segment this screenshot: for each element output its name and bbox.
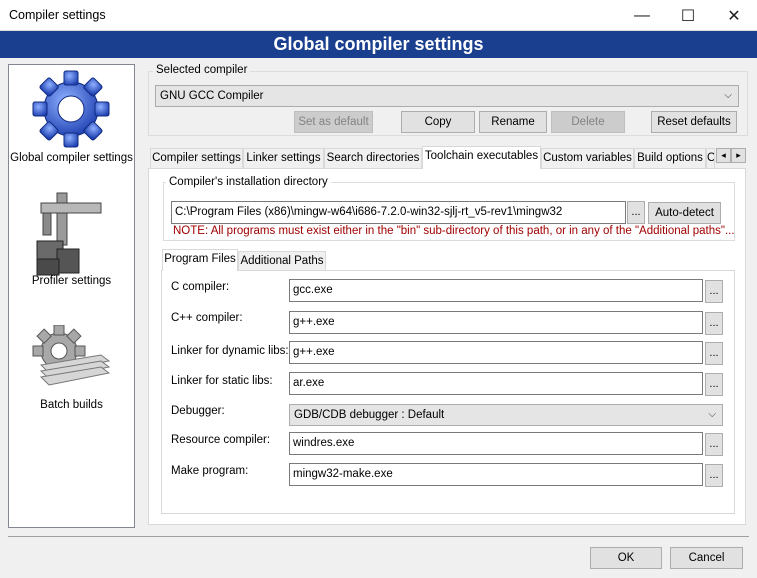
make-program-browse-button[interactable]: ... xyxy=(705,464,723,487)
resource-compiler-browse-button[interactable]: ... xyxy=(705,433,723,456)
linker-dynamic-browse-button[interactable]: ... xyxy=(705,342,723,365)
title-bar: Compiler settings — ☐ ✕ xyxy=(0,0,757,31)
linker-static-label: Linker for static libs: xyxy=(171,375,273,387)
c-compiler-browse-button[interactable]: ... xyxy=(705,280,723,303)
subtab-program-files[interactable]: Program Files xyxy=(162,249,238,271)
maximize-button[interactable]: ☐ xyxy=(665,0,711,31)
sidebar-item-label: Batch builds xyxy=(40,399,103,411)
subtab-additional-paths[interactable]: Additional Paths xyxy=(238,251,326,272)
debugger-select[interactable]: GDB/CDB debugger : Default ⌵ xyxy=(289,404,723,426)
tab-toolchain-executables[interactable]: Toolchain executables xyxy=(422,146,541,169)
delete-button[interactable]: Delete xyxy=(551,111,625,133)
page-title: Global compiler settings xyxy=(0,31,757,58)
sidebar-item-batch-builds[interactable]: Batch builds xyxy=(9,317,134,417)
resource-compiler-field[interactable]: windres.exe xyxy=(289,432,703,455)
sidebar-item-label: Profiler settings xyxy=(31,275,112,287)
tab-build-options[interactable]: Build options xyxy=(634,148,706,169)
sidebar: Global compiler settings Profiler settin… xyxy=(8,64,135,528)
caliper-icon xyxy=(36,192,102,276)
selected-compiler-title: Selected compiler xyxy=(153,64,251,76)
linker-dynamic-label: Linker for dynamic libs: xyxy=(171,345,289,357)
tab-search-directories[interactable]: Search directories xyxy=(324,148,422,169)
cpp-compiler-label: C++ compiler: xyxy=(171,312,243,324)
sidebar-item-global-compiler-settings[interactable]: Global compiler settings xyxy=(9,65,134,171)
chevron-down-icon: ⌵ xyxy=(708,409,716,420)
reset-defaults-button[interactable]: Reset defaults xyxy=(651,111,737,133)
minimize-button[interactable]: — xyxy=(619,0,665,31)
tab-custom-variables[interactable]: Custom variables xyxy=(541,148,634,169)
make-program-label: Make program: xyxy=(171,465,249,477)
cancel-button[interactable]: Cancel xyxy=(670,547,743,569)
auto-detect-button[interactable]: Auto-detect xyxy=(648,202,721,224)
cpp-compiler-browse-button[interactable]: ... xyxy=(705,312,723,335)
window-title: Compiler settings xyxy=(9,8,106,22)
close-button[interactable]: ✕ xyxy=(711,0,757,31)
set-default-button[interactable]: Set as default xyxy=(294,111,373,133)
tab-scroll-left-button[interactable]: ◂ xyxy=(716,148,731,163)
sidebar-item-profiler-settings[interactable]: Profiler settings xyxy=(9,185,134,295)
install-dir-field[interactable]: C:\Program Files (x86)\mingw-w64\i686-7.… xyxy=(171,201,626,224)
compiler-select[interactable]: GNU GCC Compiler ⌵ xyxy=(155,85,739,107)
linker-dynamic-field[interactable]: g++.exe xyxy=(289,341,703,364)
install-dir-title: Compiler's installation directory xyxy=(166,176,331,188)
make-program-field[interactable]: mingw32-make.exe xyxy=(289,463,703,486)
linker-static-browse-button[interactable]: ... xyxy=(705,373,723,396)
debugger-label: Debugger: xyxy=(171,405,225,417)
tab-scroll-right-button[interactable]: ▸ xyxy=(731,148,746,163)
tab-compiler-settings[interactable]: Compiler settings xyxy=(150,148,243,169)
resource-compiler-label: Resource compiler: xyxy=(171,434,271,446)
sidebar-item-label: Global compiler settings xyxy=(10,152,133,164)
tab-other-settings[interactable]: O xyxy=(706,148,715,169)
rename-button[interactable]: Rename xyxy=(479,111,547,133)
batch-gear-icon xyxy=(32,325,111,386)
linker-static-field[interactable]: ar.exe xyxy=(289,372,703,395)
cpp-compiler-field[interactable]: g++.exe xyxy=(289,311,703,334)
c-compiler-field[interactable]: gcc.exe xyxy=(289,279,703,302)
gear-icon xyxy=(32,70,110,148)
install-dir-note: NOTE: All programs must exist either in … xyxy=(173,225,735,237)
footer-divider xyxy=(8,536,749,537)
copy-button[interactable]: Copy xyxy=(401,111,475,133)
c-compiler-label: C compiler: xyxy=(171,281,230,293)
chevron-down-icon: ⌵ xyxy=(724,90,732,101)
ok-button[interactable]: OK xyxy=(590,547,662,569)
tab-linker-settings[interactable]: Linker settings xyxy=(243,148,324,169)
compiler-select-value: GNU GCC Compiler xyxy=(160,90,264,102)
debugger-select-value: GDB/CDB debugger : Default xyxy=(294,409,445,421)
install-dir-browse-button[interactable]: ... xyxy=(627,201,645,224)
